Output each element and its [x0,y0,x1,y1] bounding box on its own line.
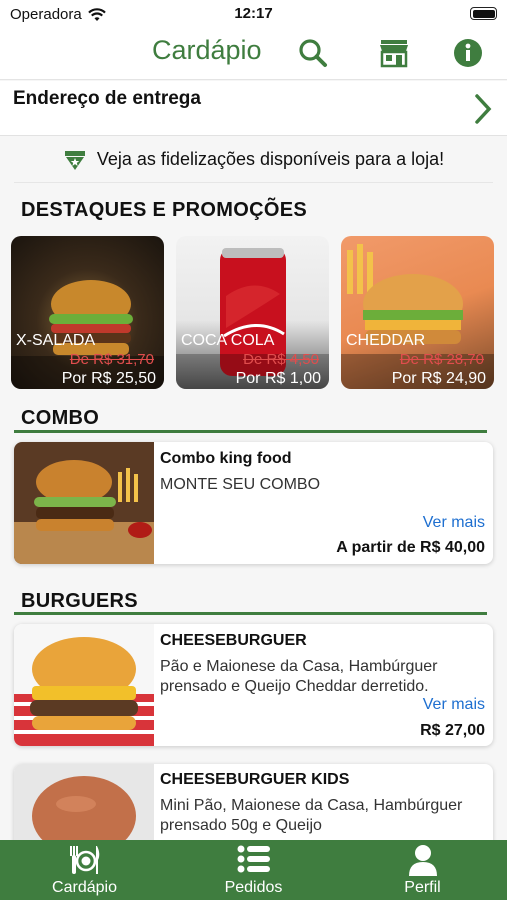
burgers-section-title: BURGUERS [21,590,138,612]
promo-name: CHEDDAR [346,332,426,349]
see-more-link[interactable]: Ver mais [423,514,485,532]
promotions-title: DESTAQUES E PROMOÇÕES [21,199,307,221]
tab-label: Pedidos [224,879,283,896]
combo-image [14,442,154,564]
search-icon[interactable] [296,36,330,70]
product-description: MONTE SEU COMBO [160,476,321,493]
info-icon[interactable] [451,36,485,70]
promo-card[interactable]: X-SALADA De R$ 31,70 Por R$ 25,50 [11,236,164,389]
delivery-address-label: Endereço de entrega [13,88,201,109]
product-description: Pão e Maionese da Casa, Hambúrguer prens… [160,658,438,695]
loyalty-banner[interactable]: Veja as fidelizações disponíveis para a … [14,137,493,183]
loyalty-badge-icon [64,150,85,170]
user-icon [408,845,437,876]
section-divider [14,430,487,433]
product-name: Combo king food [160,450,292,467]
cheeseburger-image [14,624,154,746]
plate-cutlery-icon [69,846,99,874]
bottom-tab-bar: Cardápio Pedidos Perfil [0,840,507,900]
battery-icon [470,7,497,20]
tab-perfil[interactable]: Perfil [338,840,507,900]
product-card[interactable]: CHEESEBURGUER Pão e Maionese da Casa, Ha… [14,624,493,746]
promo-name: COCA COLA [181,332,275,349]
page-title: Cardápio [152,35,262,65]
product-description: Mini Pão, Maionese da Casa, Hambúrguer p… [160,797,463,834]
delivery-address-row[interactable]: Endereço de entrega [0,81,507,136]
status-bar: Operadora 12:17 [0,0,507,28]
promo-card[interactable]: COCA COLA De R$ 4,50 Por R$ 1,00 [176,236,329,389]
tab-cardapio[interactable]: Cardápio [0,840,169,900]
product-price: A partir de R$ 40,00 [336,539,485,556]
list-icon [237,845,270,873]
app-header: Cardápio [0,28,507,80]
promo-old-price: De R$ 4,50 [243,351,319,368]
store-icon[interactable] [377,36,411,70]
product-name: CHEESEBURGUER KIDS [160,771,350,788]
promo-price: Por R$ 25,50 [61,370,156,387]
promo-old-price: De R$ 31,70 [69,351,154,368]
promo-name: X-SALADA [16,332,96,349]
promo-old-price: De R$ 28,70 [399,351,484,368]
loyalty-text: Veja as fidelizações disponíveis para a … [96,149,445,169]
chevron-right-icon [475,94,492,124]
promo-card[interactable]: CHEDDAR De R$ 28,70 Por R$ 24,90 [341,236,494,389]
combo-section-title: COMBO [21,407,100,429]
product-name: CHEESEBURGUER [160,632,307,649]
promo-price: Por R$ 24,90 [391,370,486,387]
clock: 12:17 [234,5,273,22]
promo-price: Por R$ 1,00 [235,370,321,387]
tab-pedidos[interactable]: Pedidos [169,840,338,900]
tab-label: Cardápio [52,879,117,896]
product-price: R$ 27,00 [420,722,485,739]
section-divider [14,612,487,615]
tab-label: Perfil [404,879,441,896]
product-card[interactable]: Combo king food MONTE SEU COMBO Ver mais… [14,442,493,564]
see-more-link[interactable]: Ver mais [423,696,485,714]
